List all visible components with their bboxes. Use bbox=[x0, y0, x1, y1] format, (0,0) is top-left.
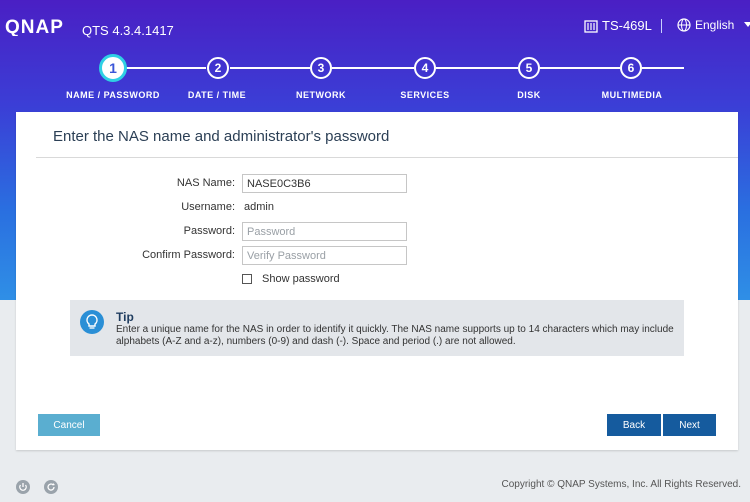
step-connector bbox=[332, 67, 414, 69]
step-1-label: NAME / PASSWORD bbox=[66, 90, 160, 100]
tip-title: Tip bbox=[116, 310, 134, 324]
nas-name-input[interactable] bbox=[242, 174, 407, 193]
password-row: Password: bbox=[16, 222, 738, 242]
confirm-password-row: Confirm Password: bbox=[16, 246, 738, 266]
show-password-label[interactable]: Show password bbox=[262, 273, 340, 285]
step-6-circle: 6 bbox=[620, 57, 642, 79]
password-input[interactable] bbox=[242, 222, 407, 241]
header-divider bbox=[661, 19, 662, 33]
step-4-label: SERVICES bbox=[400, 90, 450, 100]
tip-text: Enter a unique name for the NAS in order… bbox=[116, 324, 674, 347]
step-5-label: DISK bbox=[517, 90, 541, 100]
username-value: admin bbox=[244, 201, 274, 213]
setup-card: Enter the NAS name and administrator's p… bbox=[16, 112, 738, 450]
tip-box: Tip Enter a unique name for the NAS in o… bbox=[70, 300, 684, 356]
power-icon[interactable] bbox=[16, 480, 30, 494]
step-connector bbox=[540, 67, 620, 69]
lightbulb-icon bbox=[80, 310, 104, 334]
model-name: TS-469L bbox=[602, 18, 652, 33]
password-label: Password: bbox=[183, 225, 235, 237]
step-connector bbox=[436, 67, 518, 69]
step-2-circle: 2 bbox=[207, 57, 229, 79]
copyright-text: Copyright © QNAP Systems, Inc. All Right… bbox=[501, 479, 742, 490]
page-title: Enter the NAS name and administrator's p… bbox=[53, 128, 390, 145]
top-bar: QNAP QTS 4.3.4.1417 TS-469L English bbox=[0, 0, 750, 52]
step-connector bbox=[126, 67, 206, 69]
step-2-label: DATE / TIME bbox=[187, 90, 247, 100]
confirm-password-label: Confirm Password: bbox=[142, 249, 235, 261]
step-5-circle: 5 bbox=[518, 57, 540, 79]
qnap-logo: QNAP bbox=[5, 17, 64, 36]
nas-device-icon bbox=[584, 19, 598, 33]
show-password-checkbox[interactable] bbox=[242, 274, 252, 284]
restart-icon[interactable] bbox=[44, 480, 58, 494]
model-indicator: TS-469L bbox=[584, 18, 652, 33]
nas-name-row: NAS Name: bbox=[16, 174, 738, 194]
language-selector[interactable]: English bbox=[677, 18, 750, 32]
next-button[interactable]: Next bbox=[663, 414, 716, 436]
step-connector bbox=[642, 67, 684, 69]
username-label: Username: bbox=[181, 201, 235, 213]
step-connector bbox=[230, 67, 310, 69]
back-button[interactable]: Back bbox=[607, 414, 661, 436]
step-3-circle: 3 bbox=[310, 57, 332, 79]
username-row: Username: admin bbox=[16, 198, 738, 218]
title-divider bbox=[36, 157, 738, 158]
cancel-button[interactable]: Cancel bbox=[38, 414, 100, 436]
chevron-down-icon bbox=[744, 22, 750, 27]
step-4-circle: 4 bbox=[414, 57, 436, 79]
language-label: English bbox=[695, 18, 735, 32]
svg-text:QNAP: QNAP bbox=[5, 17, 64, 36]
nas-name-label: NAS Name: bbox=[176, 177, 235, 189]
globe-icon bbox=[677, 18, 691, 32]
firmware-version: QTS 4.3.4.1417 bbox=[82, 23, 174, 38]
step-6-label: MULTIMEDIA bbox=[601, 90, 663, 100]
setup-steps: 1 2 3 4 5 6 NAME / PASSWORD DATE / TIME … bbox=[0, 52, 750, 114]
step-3-label: NETWORK bbox=[296, 90, 346, 100]
show-password-row: Show password bbox=[16, 273, 738, 293]
step-1-circle: 1 bbox=[99, 54, 127, 82]
confirm-password-input[interactable] bbox=[242, 246, 407, 265]
